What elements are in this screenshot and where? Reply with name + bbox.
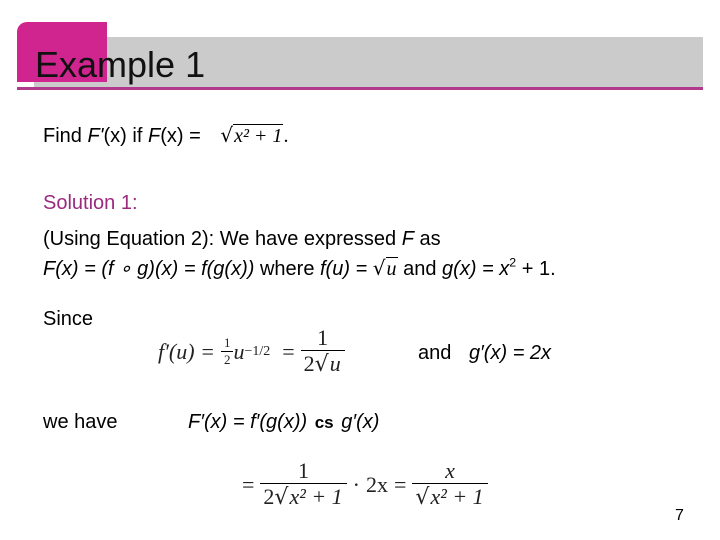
chain-rule-equation: F′(x) = f′(g(x)) cs g′(x) (188, 410, 379, 435)
sqrt-expression: √x² + 1 (415, 483, 485, 511)
text: 2 (263, 484, 275, 510)
numerator: x (445, 458, 455, 484)
text: F (401, 228, 414, 250)
denominator: √x² + 1 (412, 483, 488, 511)
final-equation: = 1 2√x² + 1 · 2x = x √x² + 1 (242, 455, 488, 515)
numerator: 1 (317, 325, 329, 351)
title-underline (17, 87, 703, 90)
since-label: Since (43, 308, 94, 330)
we-have-label: we have (43, 411, 118, 433)
text: g′(x) = 2x (468, 342, 552, 364)
solution-line-2: F(x) = (f ∘ g)(x) = f(g(x)) where f(u) =… (43, 256, 556, 281)
denominator: 2√x² + 1 (260, 483, 347, 511)
solution-label: Solution 1: (43, 192, 138, 214)
denominator: 2 (220, 351, 234, 368)
text: 2x (366, 472, 388, 497)
fprime-equation: f′(u) = 12 u −1/2 = 1 2√u (158, 322, 345, 382)
text: + 1. (516, 258, 556, 280)
text: as (413, 228, 441, 250)
radicand: u (328, 350, 342, 377)
numerator: 1 (298, 458, 310, 484)
equals: = (242, 472, 255, 497)
sqrt-u: √u (372, 256, 398, 280)
text: (Using Equation 2): We have expressed (43, 228, 402, 250)
text: g′(x) (341, 411, 380, 433)
text: Find (43, 125, 88, 147)
problem-statement: Find F'(x) if F(x) = √x² + 1. (43, 123, 288, 148)
equals: = (394, 472, 407, 497)
multiplication-symbol: cs (314, 413, 334, 432)
final-fraction-2: x √x² + 1 (412, 458, 488, 512)
page-number: 7 (675, 507, 684, 524)
text: . (283, 125, 289, 147)
half-fraction: 12 (220, 335, 234, 368)
radicand: x² + 1 (429, 483, 485, 510)
text: F(x) = (f ∘ g)(x) = f(g(x)) (43, 258, 255, 280)
sqrt-expression: √x² + 1 (220, 123, 284, 147)
result-fraction: 1 2√u (300, 325, 345, 379)
sqrt-u: √u (314, 350, 342, 378)
slide-title: Example 1 (35, 44, 206, 85)
equals: = (282, 339, 295, 364)
text: (x) (103, 125, 127, 147)
text: and (418, 342, 452, 364)
text: 2 (303, 351, 315, 377)
text: u (233, 339, 245, 364)
text: where (254, 258, 320, 280)
text: f(u) = (320, 258, 373, 280)
radicand: x² + 1 (233, 124, 284, 147)
radicand: x² + 1 (288, 483, 344, 510)
text: (x) = (160, 125, 207, 147)
numerator: 1 (223, 335, 231, 351)
sqrt-expression: √x² + 1 (274, 483, 344, 511)
gprime-statement: and g′(x) = 2x (418, 341, 551, 365)
text: F' (87, 125, 104, 147)
radicand: u (385, 257, 398, 280)
text: g(x) = x (442, 258, 510, 280)
final-fraction-1: 1 2√x² + 1 (260, 458, 347, 512)
dot-operator: · (352, 472, 360, 497)
text: and (403, 258, 443, 280)
solution-line-1: (Using Equation 2): We have expressed F … (43, 227, 441, 251)
text: F (147, 125, 161, 147)
denominator: 2√u (300, 350, 345, 378)
text: if (126, 125, 148, 147)
text: F′(x) = f′(g(x)) (188, 411, 308, 433)
text: f′(u) = (158, 339, 215, 364)
